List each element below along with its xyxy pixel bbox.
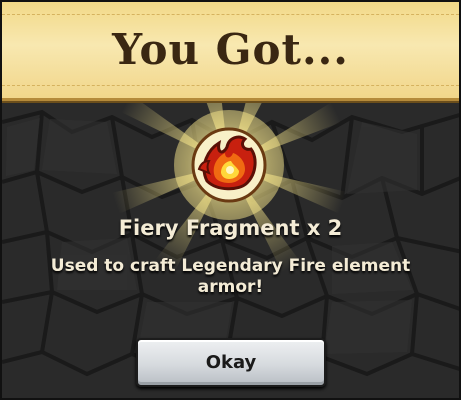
- reward-name: Fiery Fragment x 2: [118, 216, 343, 240]
- okay-button-label: Okay: [205, 352, 257, 373]
- okay-button[interactable]: Okay: [136, 338, 326, 387]
- title-banner: You Got...: [2, 2, 459, 101]
- fiery-fragment-icon: [191, 127, 267, 203]
- banner-title: You Got...: [112, 25, 349, 74]
- reward-dialog: You Got... Fiery Fragment x 2 Used to cr…: [0, 0, 461, 400]
- reward-description: Used to craft Legendary Fire element arm…: [50, 256, 411, 297]
